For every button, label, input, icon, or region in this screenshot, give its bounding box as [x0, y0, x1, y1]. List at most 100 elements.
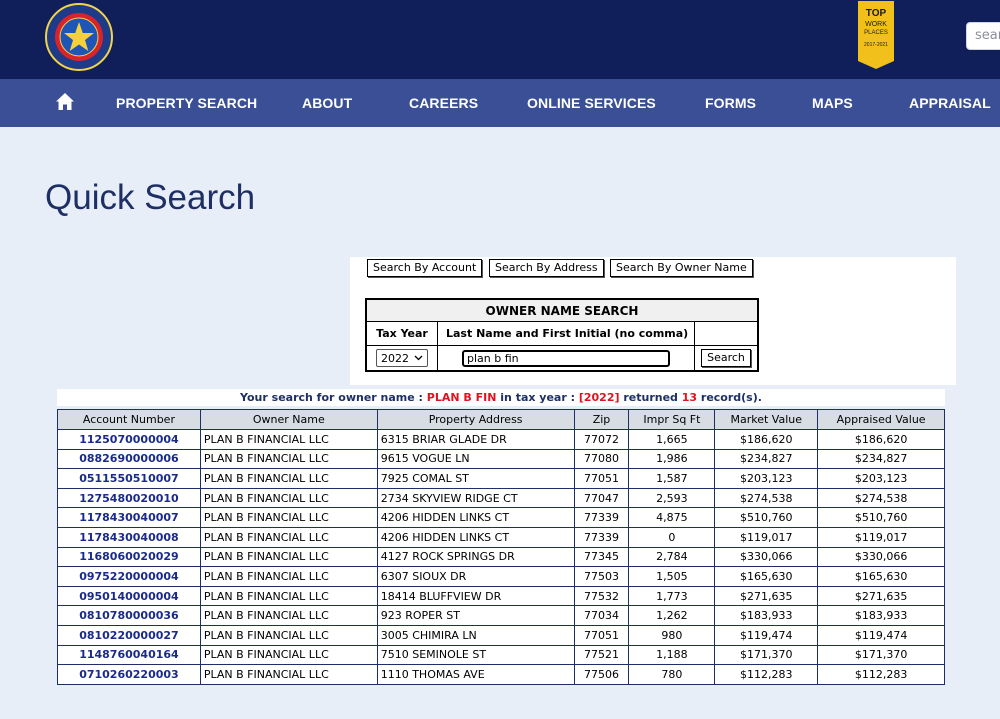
table-row[interactable]: 0950140000004 PLAN B FINANCIAL LLC 18414 B… [57, 585, 945, 607]
col-owner-name[interactable]: Owner Name [199, 409, 378, 430]
appraised-value-cell: $510,760 [817, 507, 945, 528]
impr-sqft-cell: 4,875 [628, 507, 716, 528]
account-number-link[interactable]: 0511550510007 [57, 468, 201, 489]
nav-property-search[interactable]: PROPERTY SEARCH [116, 95, 257, 111]
result-count: 13 [681, 391, 698, 404]
owner-name-cell: PLAN B FINANCIAL LLC [199, 566, 378, 587]
impr-sqft-cell: 0 [628, 526, 716, 548]
appraised-value-cell: $183,933 [817, 605, 945, 626]
nav-online-services[interactable]: ONLINE SERVICES [527, 95, 656, 111]
col-property-address[interactable]: Property Address [376, 409, 575, 430]
result-prefix: Your search for owner name : [240, 391, 427, 404]
zip-cell: 77080 [573, 448, 630, 470]
owner-name-cell: PLAN B FINANCIAL LLC [199, 605, 378, 626]
account-number-link[interactable]: 0810220000027 [57, 624, 201, 646]
nav-forms[interactable]: FORMS [705, 95, 756, 111]
owner-name-cell: PLAN B FINANCIAL LLC [199, 624, 378, 646]
impr-sqft-cell: 980 [628, 624, 716, 646]
account-number-link[interactable]: 1178430040008 [57, 526, 201, 548]
account-number-link[interactable]: 0882690000006 [57, 448, 201, 470]
address-cell: 4206 HIDDEN LINKS CT [376, 507, 575, 528]
account-number-link[interactable]: 0710260220003 [57, 664, 201, 685]
owner-name-input[interactable]: plan b fin [462, 349, 670, 367]
impr-sqft-cell: 780 [628, 664, 716, 685]
address-cell: 2734 SKYVIEW RIDGE CT [376, 487, 575, 509]
owner-name-cell: PLAN B FINANCIAL LLC [199, 507, 378, 528]
owner-name-cell: PLAN B FINANCIAL LLC [199, 664, 378, 685]
address-cell: 6307 SIOUX DR [376, 566, 575, 587]
table-row[interactable]: 1275480020010 PLAN B FINANCIAL LLC 2734 SK… [57, 487, 945, 509]
owner-name-cell: PLAN B FINANCIAL LLC [199, 644, 378, 666]
zip-cell: 77339 [573, 507, 630, 528]
table-row[interactable]: 1178430040008 PLAN B FINANCIAL LLC 4206 HI… [57, 526, 945, 548]
col-impr-sq-ft[interactable]: Impr Sq Ft [628, 409, 716, 430]
table-row[interactable]: 0511550510007 PLAN B FINANCIAL LLC 7925 CO… [57, 468, 945, 489]
svg-text:PLACES: PLACES [864, 30, 888, 36]
owner-name-cell: PLAN B FINANCIAL LLC [199, 487, 378, 509]
address-cell: 1110 THOMAS AVE [376, 664, 575, 685]
appraised-value-cell: $330,066 [817, 546, 945, 568]
col-appraised-value[interactable]: Appraised Value [817, 409, 945, 430]
market-value-cell: $119,017 [714, 526, 819, 548]
appraised-value-cell: $271,635 [817, 585, 945, 607]
address-cell: 923 ROPER ST [376, 605, 575, 626]
table-row[interactable]: 0810220000027 PLAN B FINANCIAL LLC 3005 CH… [57, 624, 945, 646]
market-value-cell: $271,635 [714, 585, 819, 607]
nav-appraisal[interactable]: APPRAISAL [909, 95, 991, 111]
address-cell: 4206 HIDDEN LINKS CT [376, 526, 575, 548]
site-search-input[interactable]: sear [966, 22, 1000, 50]
zip-cell: 77051 [573, 468, 630, 489]
col-account-number[interactable]: Account Number [57, 409, 201, 430]
account-number-link[interactable]: 1178430040007 [57, 507, 201, 528]
account-number-link[interactable]: 1148760040164 [57, 644, 201, 666]
impr-sqft-cell: 1,505 [628, 566, 716, 587]
address-cell: 18414 BLUFFVIEW DR [376, 585, 575, 607]
nav-maps[interactable]: MAPS [812, 95, 853, 111]
result-suffix: record(s). [697, 391, 762, 404]
zip-cell: 77339 [573, 526, 630, 548]
table-row[interactable]: 0710260220003 PLAN B FINANCIAL LLC 1110 TH… [57, 664, 945, 685]
table-row[interactable]: 0810780000036 PLAN B FINANCIAL LLC 923 ROP… [57, 605, 945, 626]
table-row[interactable]: 1168060020029 PLAN B FINANCIAL LLC 4127 RO… [57, 546, 945, 568]
account-number-link[interactable]: 1125070000004 [57, 429, 201, 450]
owner-name-cell: PLAN B FINANCIAL LLC [199, 546, 378, 568]
nav-about[interactable]: ABOUT [302, 95, 352, 111]
impr-sqft-cell: 1,773 [628, 585, 716, 607]
search-by-account-button[interactable]: Search By Account [367, 259, 483, 277]
impr-sqft-cell: 1,665 [628, 429, 716, 450]
tax-year-label: Tax Year [367, 322, 438, 345]
account-number-link[interactable]: 0810780000036 [57, 605, 201, 626]
col-zip[interactable]: Zip [573, 409, 630, 430]
market-value-cell: $330,066 [714, 546, 819, 568]
table-row[interactable]: 0975220000004 PLAN B FINANCIAL LLC 6307 SI… [57, 566, 945, 587]
owner-name-cell: PLAN B FINANCIAL LLC [199, 468, 378, 489]
results-header-row: Account Number Owner Name Property Addre… [57, 409, 945, 430]
col-market-value[interactable]: Market Value [714, 409, 819, 430]
table-row[interactable]: 1178430040007 PLAN B FINANCIAL LLC 4206 HI… [57, 507, 945, 528]
market-value-cell: $119,474 [714, 624, 819, 646]
account-number-link[interactable]: 0950140000004 [57, 585, 201, 607]
market-value-cell: $234,827 [714, 448, 819, 470]
account-number-link[interactable]: 0975220000004 [57, 566, 201, 587]
account-number-link[interactable]: 1168060020029 [57, 546, 201, 568]
hcad-seal-logo[interactable] [44, 2, 114, 72]
nav-careers[interactable]: CAREERS [409, 95, 478, 111]
search-by-owner-button[interactable]: Search By Owner Name [610, 259, 753, 277]
home-icon[interactable] [55, 92, 75, 112]
svg-text:TOP: TOP [866, 8, 887, 19]
search-by-address-button[interactable]: Search By Address [489, 259, 604, 277]
market-value-cell: $112,283 [714, 664, 819, 685]
table-row[interactable]: 1148760040164 PLAN B FINANCIAL LLC 7510 SE… [57, 644, 945, 666]
appraised-value-cell: $171,370 [817, 644, 945, 666]
owner-name-search-form: OWNER NAME SEARCH Tax Year Last Name and… [365, 298, 759, 372]
table-row[interactable]: 1125070000004 PLAN B FINANCIAL LLC 6315 BR… [57, 429, 945, 450]
table-row[interactable]: 0882690000006 PLAN B FINANCIAL LLC 9615 VO… [57, 448, 945, 470]
zip-cell: 77047 [573, 487, 630, 509]
market-value-cell: $165,630 [714, 566, 819, 587]
market-value-cell: $510,760 [714, 507, 819, 528]
result-year: [2022] [578, 391, 620, 404]
impr-sqft-cell: 1,262 [628, 605, 716, 626]
search-button[interactable]: Search [701, 349, 751, 367]
tax-year-select[interactable]: 2022 [376, 349, 428, 367]
account-number-link[interactable]: 1275480020010 [57, 487, 201, 509]
